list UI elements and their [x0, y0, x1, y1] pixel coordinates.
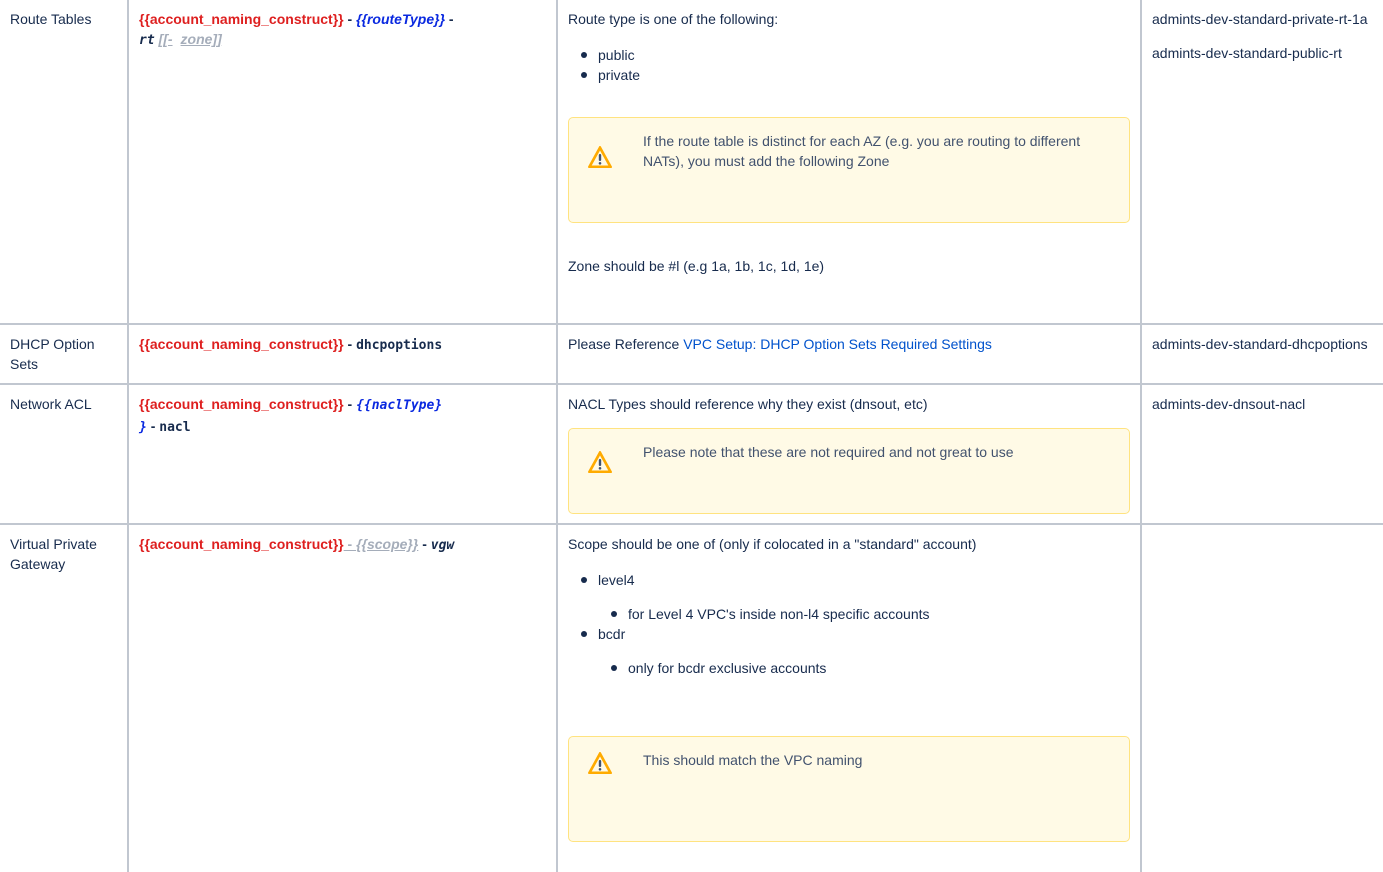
route-type-placeholder: {{routeType}} — [356, 11, 446, 27]
example-cell: admints-dev-standard-private-rt-1a admin… — [1140, 0, 1383, 325]
table-row-route-tables: Route Tables {{account_naming_construct}… — [0, 0, 1383, 325]
scope-option: level4 — [598, 572, 635, 588]
naming-pattern-cell: {{account_naming_construct}} - {{scope}}… — [127, 523, 558, 872]
list-item: for Level 4 VPC's inside non-l4 specific… — [611, 604, 1130, 624]
scope-placeholder: {{scope}} — [356, 536, 419, 552]
resource-name-cell: Network ACL — [0, 383, 129, 525]
table-row-dhcp-option-sets: DHCP Option Sets {{account_naming_constr… — [0, 323, 1383, 385]
pattern-separator: - — [343, 396, 357, 412]
description-intro: Route type is one of the following: — [568, 11, 779, 27]
warning-note: Please note that these are not required … — [568, 428, 1130, 514]
account-naming-construct-placeholder: {{account_naming_construct}} — [139, 536, 344, 552]
pattern-suffix: dhcpoptions — [356, 338, 443, 353]
pattern-separator: - — [146, 418, 160, 434]
example-name: admints-dev-standard-public-rt — [1152, 45, 1342, 61]
pattern-separator: - — [343, 536, 357, 552]
naming-convention-table: Route Tables {{account_naming_construct}… — [0, 0, 1383, 872]
resource-name: Route Tables — [10, 11, 92, 27]
list-item: level4 for Level 4 VPC's inside non-l4 s… — [581, 570, 1130, 624]
nacl-type-placeholder: {{naclType} — [356, 398, 443, 413]
list-item: only for bcdr exclusive accounts — [611, 658, 1130, 678]
description-cell: Please Reference VPC Setup: DHCP Option … — [556, 323, 1142, 385]
scope-list: level4 for Level 4 VPC's inside non-l4 s… — [568, 570, 1130, 678]
pattern-separator: - — [418, 536, 431, 552]
description-cell: Scope should be one of (only if colocate… — [556, 523, 1142, 872]
resource-name-cell: Virtual Private Gateway — [0, 523, 129, 872]
resource-name: DHCP Option Sets — [10, 336, 95, 372]
example-cell: admints-dev-standard-dhcpoptions — [1140, 323, 1383, 385]
account-naming-construct-placeholder: {{account_naming_construct}} — [139, 336, 344, 352]
account-naming-construct-placeholder: {{account_naming_construct}} — [139, 11, 344, 27]
example-name: admints-dev-dnsout-nacl — [1152, 396, 1306, 412]
zone-format-text: Zone should be #l (e.g 1a, 1b, 1c, 1d, 1… — [568, 258, 825, 274]
naming-pattern-cell: {{account_naming_construct}} - {{routeTy… — [127, 0, 558, 325]
pattern-separator: - — [343, 336, 357, 352]
warning-note-text: This should match the VPC naming — [643, 752, 863, 768]
pattern-separator: - — [445, 11, 454, 27]
list-item: private — [581, 65, 1130, 85]
account-naming-construct-placeholder: {{account_naming_construct}} — [139, 396, 344, 412]
example-name: admints-dev-standard-dhcpoptions — [1152, 336, 1368, 352]
warning-note-text: Please note that these are not required … — [643, 444, 1014, 460]
list-item: public — [581, 45, 1130, 65]
scope-option: bcdr — [598, 626, 626, 642]
list-item: bcdr only for bcdr exclusive accounts — [581, 624, 1130, 678]
route-type-list: public private — [568, 45, 1130, 85]
example-name: admints-dev-standard-private-rt-1a — [1152, 11, 1368, 27]
scope-detail-list: for Level 4 VPC's inside non-l4 specific… — [598, 604, 1130, 624]
example-cell — [1140, 523, 1383, 872]
pattern-suffix: rt — [139, 33, 155, 48]
example-cell: admints-dev-dnsout-nacl — [1140, 383, 1383, 525]
warning-icon — [588, 451, 612, 473]
resource-name-cell: DHCP Option Sets — [0, 323, 129, 385]
scope-detail-list: only for bcdr exclusive accounts — [598, 658, 1130, 678]
resource-name-cell: Route Tables — [0, 0, 129, 325]
resource-name: Network ACL — [10, 396, 92, 412]
warning-note-text: If the route table is distinct for each … — [643, 133, 1081, 169]
pattern-separator: - — [343, 11, 357, 27]
warning-note: If the route table is distinct for each … — [568, 117, 1130, 223]
reference-prefix: Please Reference — [568, 336, 684, 352]
zone-placeholder: zone]] — [180, 31, 222, 47]
description-cell: Route type is one of the following: publ… — [556, 0, 1142, 325]
naming-pattern-cell: {{account_naming_construct}} - {{naclTyp… — [127, 383, 558, 525]
warning-icon — [588, 146, 612, 168]
zone-optional-open: [[- — [158, 31, 173, 47]
pattern-suffix: vgw — [430, 538, 455, 553]
nacl-type-placeholder-end: } — [139, 420, 147, 435]
table-row-network-acl: Network ACL {{account_naming_construct}}… — [0, 383, 1383, 525]
naming-pattern-cell: {{account_naming_construct}} - dhcpoptio… — [127, 323, 558, 385]
table-row-virtual-private-gateway: Virtual Private Gateway {{account_naming… — [0, 523, 1383, 872]
description-cell: NACL Types should reference why they exi… — [556, 383, 1142, 525]
description-intro: Scope should be one of (only if colocate… — [568, 536, 977, 552]
dhcp-settings-link[interactable]: VPC Setup: DHCP Option Sets Required Set… — [683, 336, 992, 352]
resource-name: Virtual Private Gateway — [10, 536, 97, 572]
warning-note: This should match the VPC naming — [568, 736, 1130, 842]
pattern-suffix: nacl — [159, 420, 191, 435]
warning-icon — [588, 752, 612, 774]
description-intro: NACL Types should reference why they exi… — [568, 396, 928, 412]
